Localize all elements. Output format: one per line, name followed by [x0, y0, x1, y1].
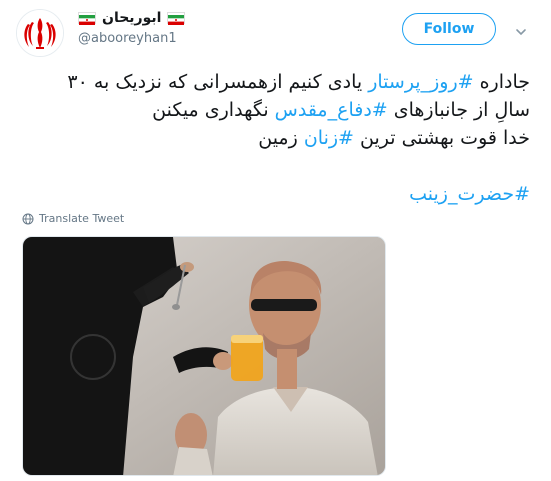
avatar[interactable]	[16, 9, 64, 57]
tweet-line: خدا قوت بهشتی ترین #زنان زمین	[22, 124, 530, 152]
hashtag-link[interactable]: #دفاع_مقدس	[275, 99, 388, 121]
user-name-line[interactable]: ابوریحان	[78, 8, 186, 28]
follow-button[interactable]: Follow	[402, 13, 496, 45]
hashtag-link[interactable]: #زنان	[304, 127, 354, 149]
hashtag-link[interactable]: #روز_پرستار	[368, 71, 473, 93]
tweet-text-segment: جاداره	[473, 71, 530, 93]
tweet-text-segment: سالِ از جانبازهای	[387, 99, 530, 121]
tweet-photo[interactable]	[22, 236, 386, 476]
iran-flag-icon	[78, 12, 96, 25]
tweet-line: جاداره #روز_پرستار یادی کنیم ازهمسرانی ک…	[22, 68, 530, 96]
translate-label: Translate Tweet	[39, 212, 125, 225]
tweet-text: جاداره #روز_پرستار یادی کنیم ازهمسرانی ک…	[22, 68, 530, 152]
iran-flag-icon	[167, 12, 186, 25]
photo-image	[23, 237, 385, 475]
display-name: ابوریحان	[102, 10, 162, 26]
globe-icon	[22, 213, 34, 224]
translate-tweet-link[interactable]: Translate Tweet	[22, 212, 124, 225]
tweet-line: سالِ از جانبازهای #دفاع_مقدس نگهداری میک…	[22, 96, 530, 124]
tweet-text-segment: زمین	[258, 127, 304, 149]
tweet-text-segment: یادی کنیم ازهمسرانی که نزدیک به ۳۰	[67, 71, 369, 93]
hashtag-line: #حضرت_زینب	[22, 180, 530, 208]
user-handle[interactable]: @abooreyhan1	[78, 31, 177, 46]
chevron-down-icon[interactable]	[514, 24, 528, 38]
iran-emblem-icon	[17, 10, 63, 56]
tweet-text-segment: نگهداری میکنن	[152, 99, 275, 121]
hashtag-link[interactable]: #حضرت_زینب	[409, 183, 530, 205]
tweet-text-segment: خدا قوت بهشتی ترین	[353, 127, 530, 149]
